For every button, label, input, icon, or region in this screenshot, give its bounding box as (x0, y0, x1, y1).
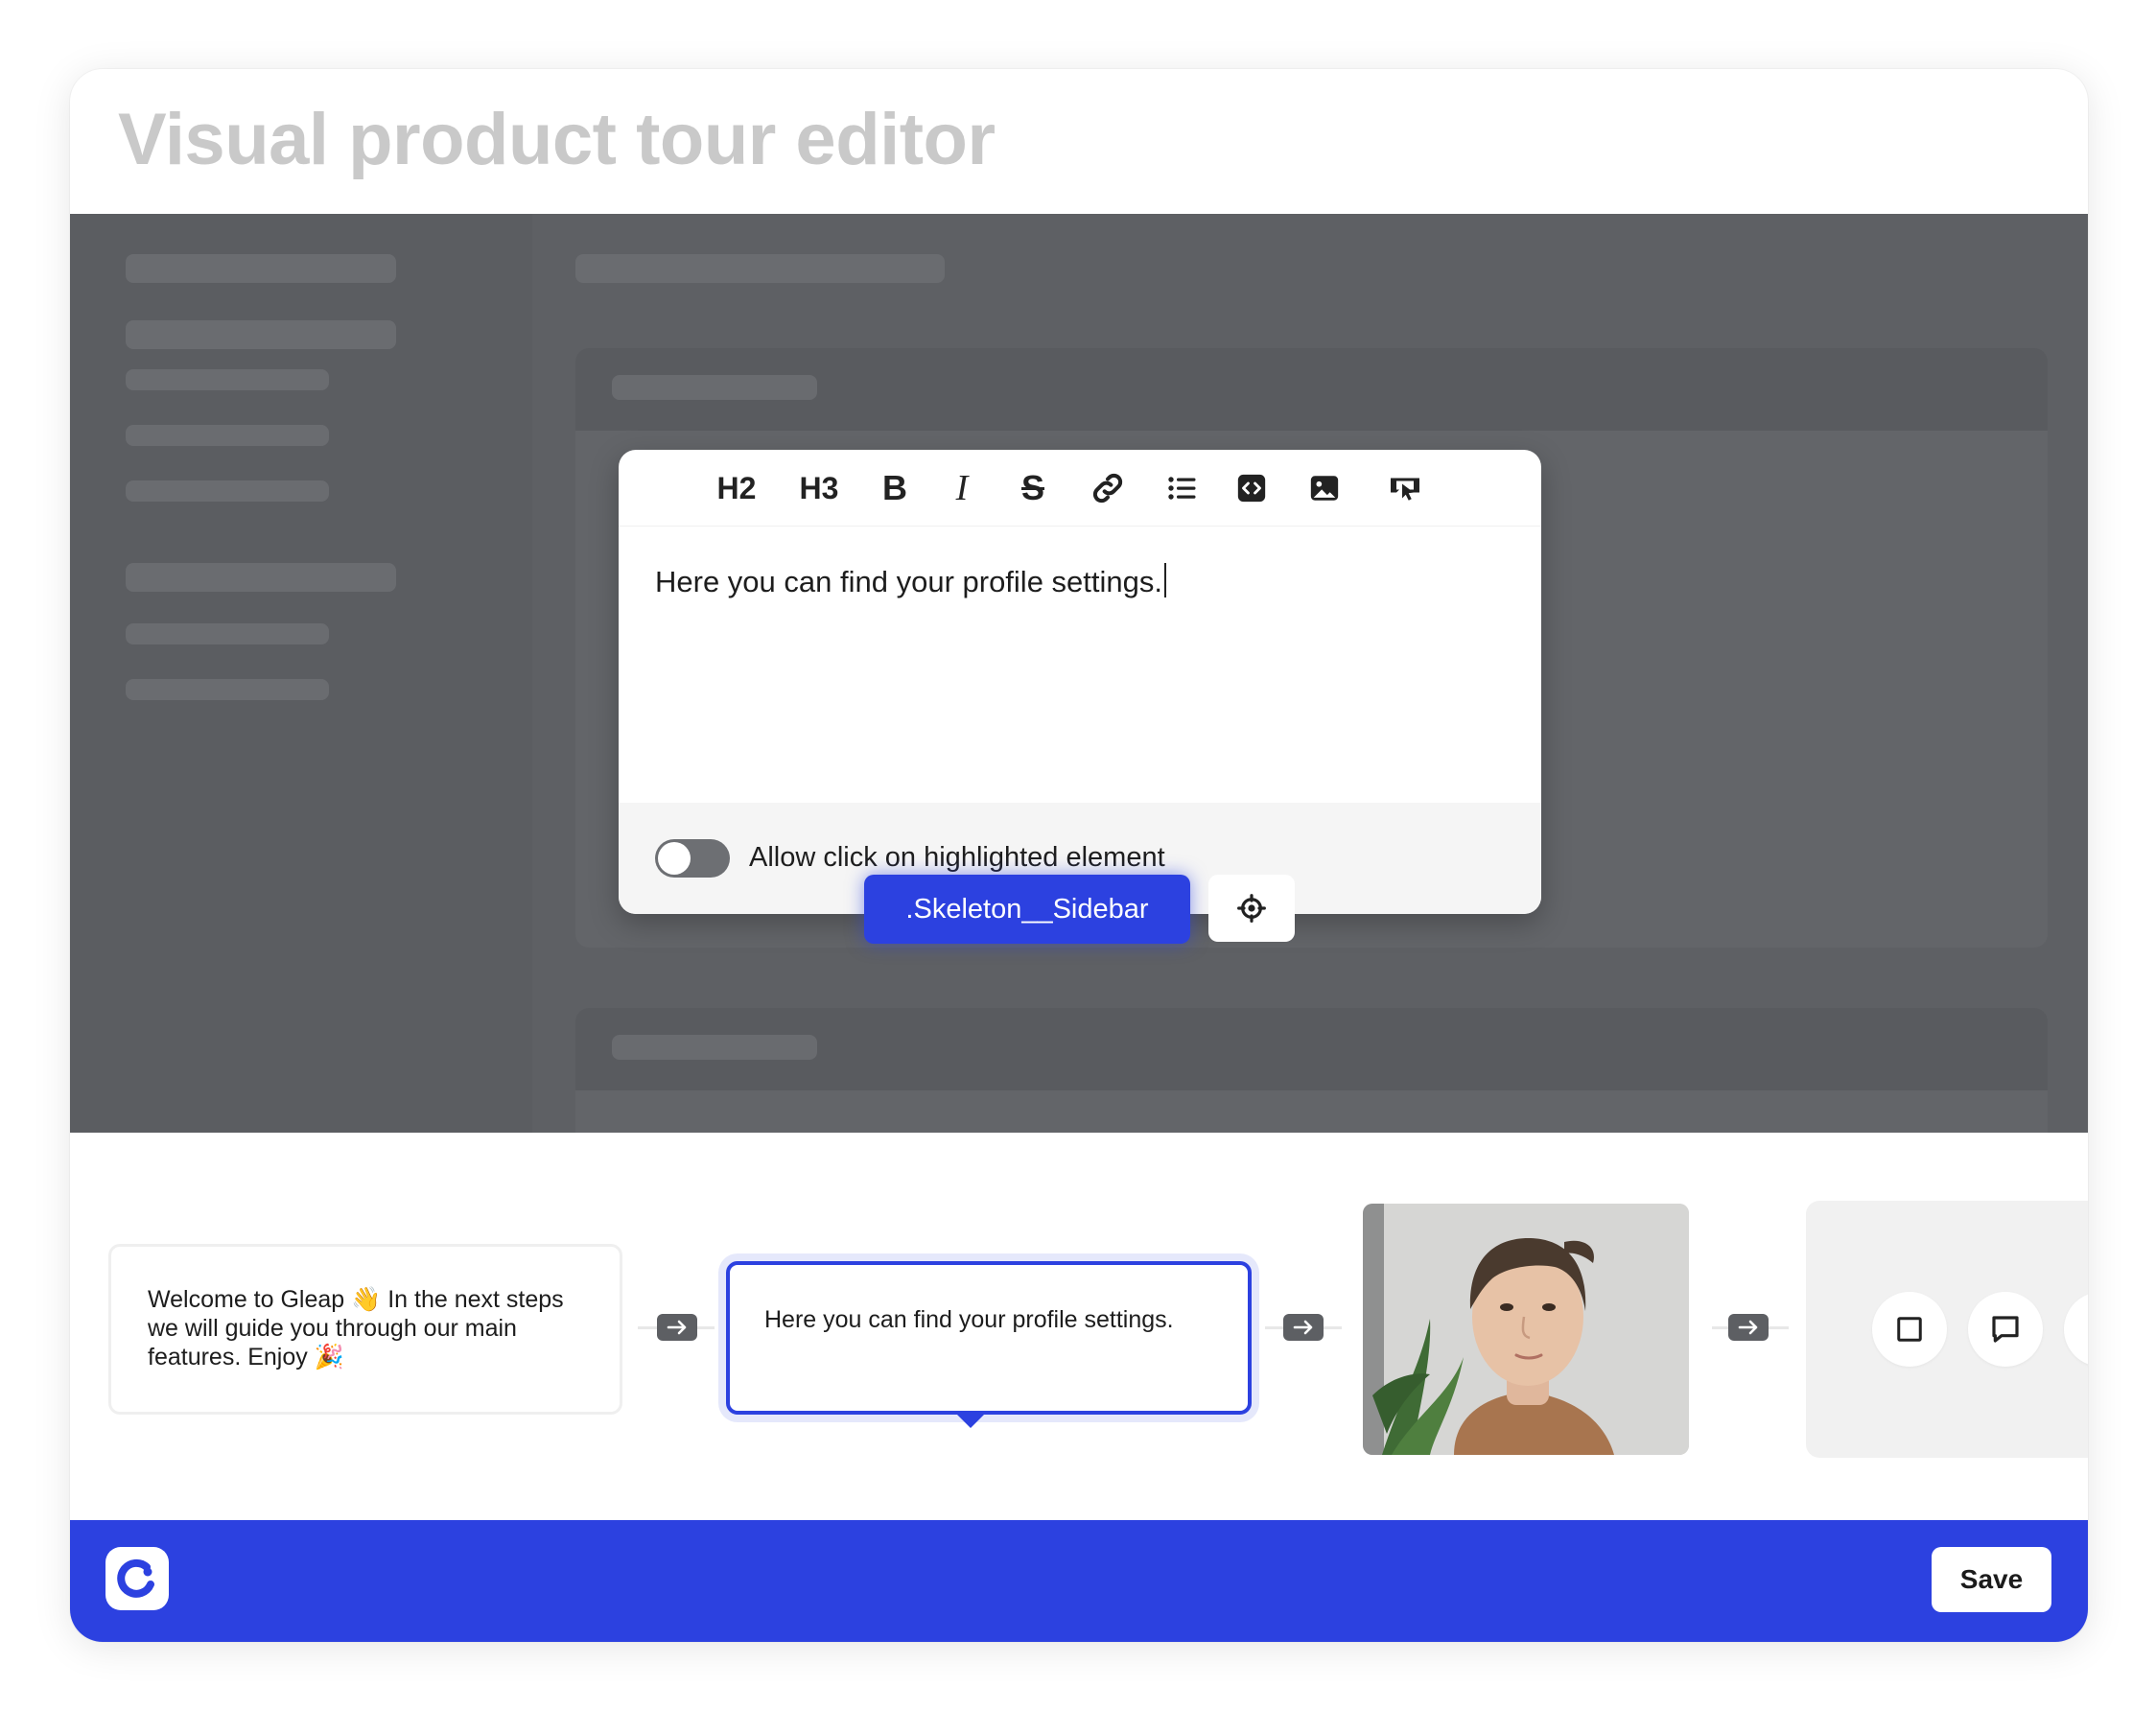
add-modal-step-button[interactable] (1872, 1292, 1947, 1367)
h2-button[interactable]: H2 (711, 465, 762, 511)
italic-button[interactable]: I (943, 465, 981, 511)
bold-button[interactable]: B (876, 465, 914, 511)
editor-window: Visual product tour editor H2 H3 B I S H… (70, 69, 2088, 1642)
image-icon (1310, 476, 1339, 501)
add-tooltip-step-button[interactable] (1968, 1292, 2043, 1367)
element-selector-chip[interactable]: .Skeleton__Sidebar (864, 875, 1190, 944)
skeleton-line (126, 563, 396, 592)
skeleton-line (126, 320, 396, 349)
skeleton-card (575, 1008, 2048, 1133)
skeleton-line (126, 369, 329, 390)
skeleton-line (612, 375, 817, 400)
arrow-right-icon (657, 1314, 697, 1341)
save-button[interactable]: Save (1932, 1547, 2051, 1612)
step-card-text: Here you can find your profile settings. (764, 1306, 1174, 1333)
embed-button[interactable] (1384, 465, 1426, 511)
video-thumbnail (1363, 1204, 1689, 1455)
square-icon (1897, 1317, 1922, 1342)
add-step-options (1806, 1201, 2088, 1458)
skeleton-sidebar[interactable] (70, 214, 532, 1133)
skeleton-line (126, 623, 329, 644)
strikethrough-button[interactable]: S (1012, 465, 1054, 511)
allow-click-label: Allow click on highlighted element (749, 842, 1165, 873)
h3-button[interactable]: H3 (793, 465, 845, 511)
step-editor-popover: H2 H3 B I S Here you can find your profi… (619, 450, 1541, 931)
editor-footer-bar: Save (70, 1520, 2088, 1642)
more-step-icon (2087, 1315, 2088, 1344)
page-preview: H2 H3 B I S Here you can find your profi… (70, 214, 2088, 1133)
skeleton-line (126, 679, 329, 700)
gleap-logo (105, 1547, 169, 1610)
code-icon (1237, 474, 1266, 503)
link-button[interactable] (1085, 465, 1131, 511)
step-card-active[interactable]: Here you can find your profile settings. (726, 1261, 1252, 1428)
skeleton-line (612, 1035, 817, 1060)
add-step-button-more[interactable] (2064, 1292, 2088, 1367)
step-content-editor[interactable]: Here you can find your profile settings. (655, 563, 1166, 599)
crosshair-icon (1237, 894, 1266, 923)
pick-element-button[interactable] (1208, 875, 1295, 942)
arrow-right-icon (1728, 1314, 1769, 1341)
step-content-text: Here you can find your profile settings. (655, 565, 1162, 598)
allow-click-toggle[interactable] (655, 839, 730, 878)
skeleton-line (126, 425, 329, 446)
link-icon (1092, 473, 1123, 504)
page-title: Visual product tour editor (118, 99, 996, 180)
video-step-card[interactable] (1363, 1204, 1689, 1455)
skeleton-line (126, 480, 329, 502)
formatting-toolbar: H2 H3 B I S (619, 450, 1541, 527)
bullet-list-icon (1168, 477, 1196, 500)
speech-bubble-icon (1992, 1316, 2019, 1343)
text-caret (1164, 563, 1166, 597)
arrow-right-icon (1283, 1314, 1324, 1341)
screen-pointer-icon (1391, 478, 1419, 501)
bullet-list-button[interactable] (1161, 465, 1204, 511)
image-button[interactable] (1303, 465, 1346, 511)
skeleton-header (575, 254, 945, 283)
step-card-text: Welcome to Gleap 👋 In the next steps we … (148, 1286, 564, 1370)
skeleton-line (126, 254, 396, 283)
code-block-button[interactable] (1230, 465, 1273, 511)
step-card-welcome[interactable]: Welcome to Gleap 👋 In the next steps we … (108, 1244, 622, 1415)
gleap-logo-icon (117, 1558, 154, 1598)
toggle-knob (658, 842, 691, 875)
